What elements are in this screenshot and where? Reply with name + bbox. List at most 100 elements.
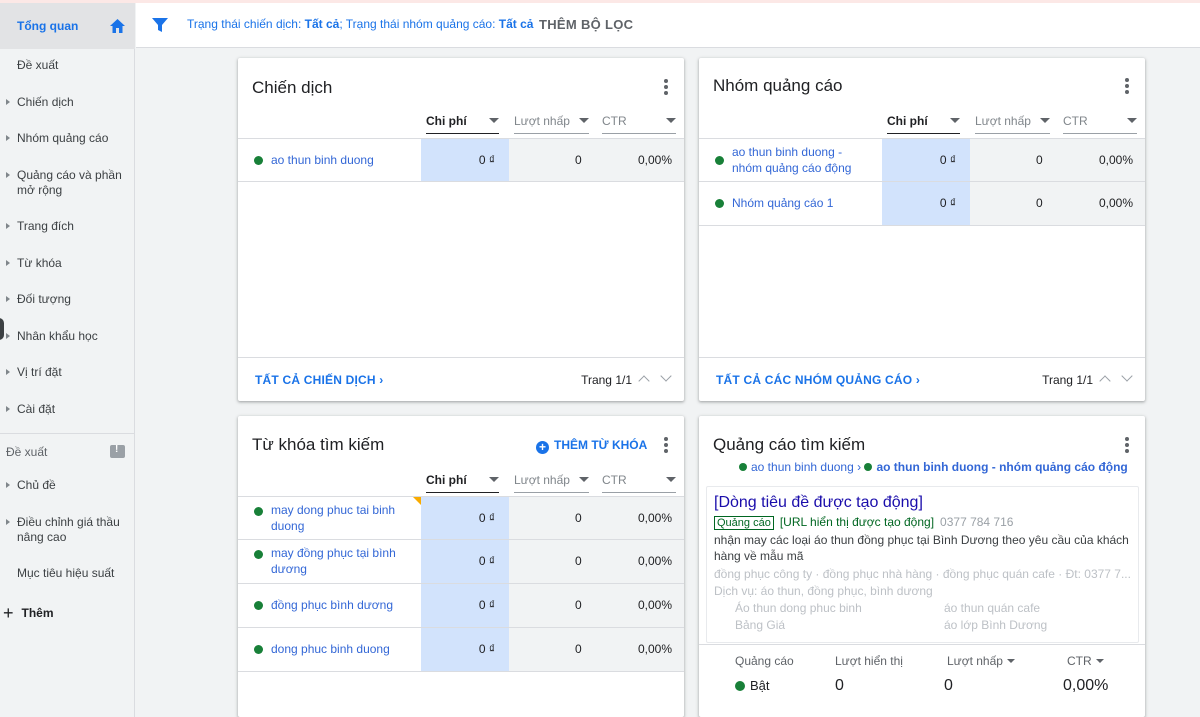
row-name[interactable]: may dong phuc tai binh duong — [271, 502, 411, 534]
sort-caret-icon — [489, 477, 499, 482]
sidebar-item-audiences[interactable]: Đối tượng — [0, 292, 135, 312]
stats-header-clicks[interactable]: Lượt nhấp — [947, 654, 1015, 668]
add-filter-button[interactable]: THÊM BỘ LỌC — [539, 17, 633, 32]
table-row[interactable]: may đồng phục tại bình dương 0 ₫ 0 0,00% — [238, 540, 684, 584]
column-ctr[interactable]: CTR — [1063, 114, 1137, 134]
sidebar-item-topics[interactable]: Chủ đề — [0, 478, 135, 498]
column-cost[interactable]: Chi phí — [426, 114, 499, 134]
sidebar-item-advanced-bid[interactable]: Điều chỉnh giá thầu nâng cao — [0, 515, 135, 547]
breadcrumb: ao thun binh duong › ao thun binh duong … — [739, 460, 1128, 474]
status-enabled-icon — [715, 156, 724, 165]
sidebar-item-overview[interactable]: Tổng quan — [0, 3, 135, 49]
ad-callouts: đồng phục công ty · đồng phục nhà hàng ·… — [714, 567, 1131, 581]
expand-arrow-icon — [6, 333, 10, 339]
filter-summary[interactable]: Trạng thái chiến dịch: Tất cả; Trạng thá… — [187, 17, 533, 31]
table-row[interactable]: may dong phuc tai binh duong 0 ₫ 0 0,00% — [238, 496, 684, 540]
dropdown-caret-icon — [1006, 659, 1015, 663]
sidebar-item-settings[interactable]: Cài đặt — [0, 402, 135, 422]
table-row[interactable]: dong phuc binh duong 0 ₫ 0 0,00% — [238, 628, 684, 672]
column-label: Lượt nhấp — [975, 114, 1031, 128]
link-label: TẤT CẢ CÁC NHÓM QUẢNG CÁO — [716, 373, 913, 387]
add-keyword-button[interactable]: + THÊM TỪ KHÓA — [536, 438, 647, 454]
filter-value: Tất cả — [304, 17, 340, 31]
ad-sitelink: áo lớp Bình Dương — [944, 618, 1048, 632]
sidebar-item-demographics[interactable]: Nhân khẩu học — [0, 329, 135, 349]
row-name[interactable]: ao thun binh duong - nhóm quảng cáo động — [732, 144, 872, 176]
chevron-down-icon[interactable] — [660, 370, 672, 382]
breadcrumb-campaign[interactable]: ao thun binh duong — [751, 460, 854, 474]
sidebar-item-campaigns[interactable]: Chiến dịch — [0, 95, 135, 115]
column-ctr[interactable]: CTR — [602, 473, 676, 493]
status-enabled-icon — [864, 463, 873, 471]
row-name[interactable]: Nhóm quảng cáo 1 — [732, 195, 833, 211]
sidebar-item-label: Điều chỉnh giá thầu nâng cao — [17, 515, 120, 544]
sidebar-item-label: Quảng cáo và phần mở rộng — [17, 168, 122, 197]
column-cost[interactable]: Chi phí — [887, 114, 960, 134]
ad-description: nhận may các loại áo thun đồng phục tại … — [714, 533, 1129, 563]
more-options-icon[interactable] — [664, 79, 668, 95]
sidebar-item-placements[interactable]: Vị trí đặt — [0, 365, 135, 385]
more-options-icon[interactable] — [664, 437, 668, 453]
card-footer: TẤT CẢ CHIẾN DỊCH › Trang 1/1 — [238, 357, 684, 401]
expand-arrow-icon — [6, 260, 10, 266]
table-row[interactable]: Nhóm quảng cáo 1 0 ₫ 0 0,00% — [699, 182, 1145, 226]
sidebar-item-label: Chiến dịch — [17, 95, 74, 109]
ctr-cell: 0,00% — [638, 598, 673, 612]
sort-caret-icon — [489, 118, 499, 123]
chevron-up-icon[interactable] — [1099, 375, 1111, 387]
dropdown-caret-icon — [666, 477, 676, 482]
status-enabled-icon — [254, 156, 263, 165]
row-name[interactable]: đồng phục bình dương — [271, 597, 393, 613]
status-enabled-icon — [254, 645, 263, 654]
chevron-right-icon: › — [379, 373, 384, 387]
feedback-icon[interactable] — [110, 444, 125, 458]
clicks-cell: 0 — [575, 554, 582, 568]
row-name[interactable]: may đồng phục tại bình dương — [271, 545, 411, 577]
expand-arrow-icon — [6, 482, 10, 488]
clicks-cell: 0 — [575, 511, 582, 525]
more-options-icon[interactable] — [1125, 437, 1129, 453]
ad-status[interactable]: Bật — [735, 678, 770, 693]
table-row[interactable]: ao thun binh duong - nhóm quảng cáo động… — [699, 138, 1145, 182]
sidebar-collapse-handle[interactable] — [0, 318, 4, 340]
add-more-button[interactable]: + Thêm — [3, 601, 54, 623]
filter-bar: Trạng thái chiến dịch: Tất cả; Trạng thá… — [136, 3, 1200, 48]
clicks-cell: 0 — [575, 153, 582, 167]
table-row[interactable]: đồng phục bình dương 0 ₫ 0 0,00% — [238, 584, 684, 628]
ad-sitelink: Bảng Giá — [735, 618, 786, 632]
breadcrumb-adgroup[interactable]: ao thun binh duong - nhóm quảng cáo động — [876, 460, 1127, 474]
more-options-icon[interactable] — [1125, 78, 1129, 94]
ad-preview[interactable]: [Dòng tiêu đề được tạo động] Quảng cáo [U… — [706, 486, 1139, 643]
all-campaigns-link[interactable]: TẤT CẢ CHIẾN DỊCH › — [255, 373, 383, 387]
sidebar-item-label: Vị trí đặt — [17, 365, 62, 379]
sidebar-item-performance-goals[interactable]: Mục tiêu hiệu suất — [0, 566, 135, 586]
chevron-down-icon[interactable] — [1121, 370, 1133, 382]
column-clicks[interactable]: Lượt nhấp — [975, 114, 1050, 134]
dropdown-caret-icon — [579, 477, 589, 482]
row-name[interactable]: ao thun binh duong — [271, 152, 374, 168]
column-clicks[interactable]: Lượt nhấp — [514, 114, 589, 134]
sidebar: Tổng quan Đề xuất Chiến dịch Nhóm quảng … — [0, 3, 135, 717]
all-adgroups-link[interactable]: TẤT CẢ CÁC NHÓM QUẢNG CÁO › — [716, 373, 920, 387]
sidebar-item-recommendations[interactable]: Đề xuất — [0, 58, 135, 78]
row-name[interactable]: dong phuc binh duong — [271, 641, 390, 657]
column-cost[interactable]: Chi phí — [426, 473, 499, 493]
expand-arrow-icon — [6, 296, 10, 302]
filter-icon[interactable] — [152, 17, 168, 33]
clicks-cell: 0 — [1036, 153, 1043, 167]
sidebar-item-label: Trang đích — [17, 219, 74, 233]
sidebar-item-keywords[interactable]: Từ khóa — [0, 256, 135, 276]
stats-header-ctr[interactable]: CTR — [1067, 654, 1104, 668]
sidebar-section-label: Đề xuất — [6, 445, 48, 459]
chevron-up-icon[interactable] — [638, 375, 650, 387]
sidebar-item-ads-extensions[interactable]: Quảng cáo và phần mở rộng — [0, 168, 135, 200]
column-clicks[interactable]: Lượt nhấp — [514, 473, 589, 493]
divider — [699, 644, 1145, 645]
sidebar-item-adgroups[interactable]: Nhóm quảng cáo — [0, 131, 135, 151]
ad-sitelink: Áo thun dong phuc binh — [735, 601, 862, 615]
dropdown-caret-icon — [666, 118, 676, 123]
column-ctr[interactable]: CTR — [602, 114, 676, 134]
sidebar-item-landing-pages[interactable]: Trang đích — [0, 219, 135, 239]
column-label: Lượt nhấp — [514, 473, 570, 487]
table-row[interactable]: ao thun binh duong 0 ₫ 0 0,00% — [238, 138, 684, 182]
